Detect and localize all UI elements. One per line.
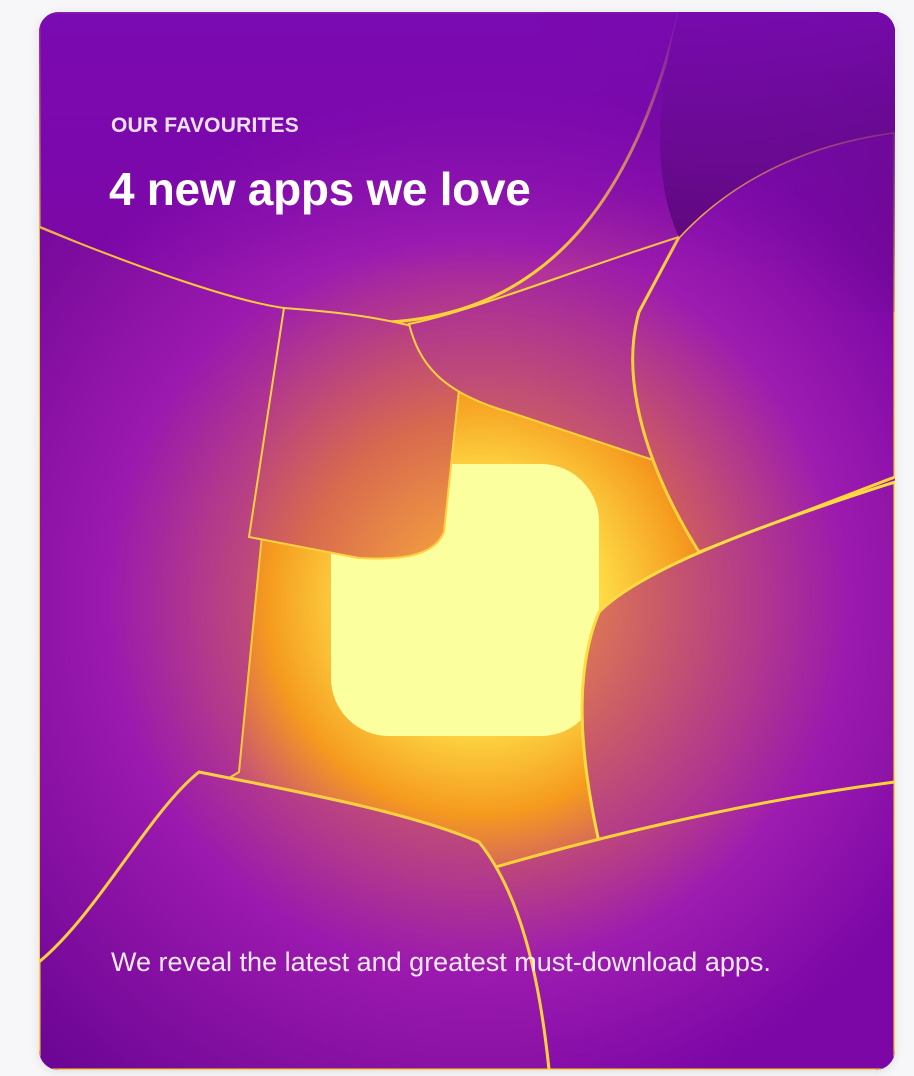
story-eyebrow: OUR FAVOURITES (111, 114, 299, 137)
story-title: 4 new apps we love (109, 163, 531, 215)
story-description: We reveal the latest and greatest must-d… (111, 947, 771, 977)
editorial-story-card[interactable]: OUR FAVOURITES 4 new apps we love We rev… (39, 12, 895, 1070)
